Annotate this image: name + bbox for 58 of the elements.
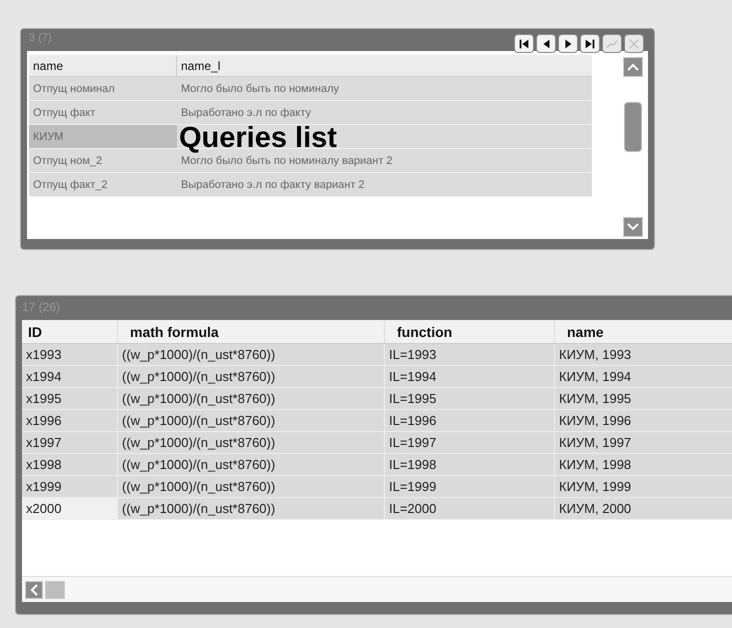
table-cell: КИУМ, 1999	[555, 476, 732, 497]
table-cell: ((w_p*1000)/(n_ust*8760))	[118, 388, 385, 409]
table-cell: КИУМ, 1995	[555, 388, 732, 409]
table-cell: x1997	[22, 432, 118, 453]
navigation-button[interactable]	[514, 34, 534, 53]
table-cell: x1993	[22, 344, 118, 365]
table-cell: Отпущ факт	[29, 101, 177, 124]
table-cell: IL=1999	[385, 476, 555, 497]
navigation-button[interactable]	[558, 34, 578, 53]
table-cell: IL=2000	[385, 498, 555, 519]
table-cell: x1996	[22, 410, 118, 431]
table-cell: КИУМ, 1994	[555, 366, 732, 387]
vertical-scrollbar[interactable]	[622, 55, 644, 239]
table-cell: ((w_p*1000)/(n_ust*8760))	[118, 432, 385, 453]
table-cell: ((w_p*1000)/(n_ust*8760))	[118, 454, 385, 475]
table-cell: ((w_p*1000)/(n_ust*8760))	[118, 410, 385, 431]
table-cell: КИУМ, 1997	[555, 432, 732, 453]
column-header[interactable]: ID	[22, 320, 118, 343]
table-cell: ((w_p*1000)/(n_ust*8760))	[118, 344, 385, 365]
column-header[interactable]: name	[29, 55, 177, 76]
table-cell: IL=1994	[385, 366, 555, 387]
table-cell: x2000	[22, 498, 118, 519]
table-cell: ((w_p*1000)/(n_ust*8760))	[118, 498, 385, 519]
table-cell: КИУМ, 2000	[555, 498, 732, 519]
table-cell: Выработано э.л по факту	[177, 101, 592, 124]
table-cell: Отпущ факт_2	[29, 173, 177, 196]
scroll-left-button[interactable]	[25, 580, 43, 598]
cross-icon	[627, 36, 641, 50]
table-cell: ((w_p*1000)/(n_ust*8760))	[118, 476, 385, 497]
column-header[interactable]: name	[555, 320, 732, 343]
column-header[interactable]: name_l	[177, 55, 592, 76]
table-cell: IL=1993	[385, 344, 555, 365]
table-cell: IL=1995	[385, 388, 555, 409]
table-cell: IL=1997	[385, 432, 555, 453]
table-cell: Отпущ ном_2	[29, 149, 177, 172]
table-cell: ((w_p*1000)/(n_ust*8760))	[118, 366, 385, 387]
table-cell: x1998	[22, 454, 118, 475]
table-cell: Выработано э.л по факту вариант 2	[177, 173, 592, 196]
table-cell: КИУМ, 1996	[555, 410, 732, 431]
table-cell: КИУМ	[29, 125, 177, 148]
table-cell: IL=1998	[385, 454, 555, 475]
column-header[interactable]: function	[385, 320, 555, 343]
table-cell: IL=1996	[385, 410, 555, 431]
table-cell: x1999	[22, 476, 118, 497]
tool-button[interactable]	[624, 34, 644, 53]
table-cell: Отпущ номинал	[29, 77, 177, 100]
navigation-button[interactable]	[536, 34, 556, 53]
scrollbar-thumb[interactable]	[624, 102, 642, 152]
table-cell: Могло было быть по номиналу	[177, 77, 592, 100]
column-header[interactable]: math formula	[118, 320, 385, 343]
first-record-icon	[517, 36, 531, 50]
last-record-icon	[583, 36, 597, 50]
table-cell: КИУМ, 1998	[555, 454, 732, 475]
table-cell: КИУМ, 1993	[555, 344, 732, 365]
table-cell: x1994	[22, 366, 118, 387]
scrollbar-thumb[interactable]	[45, 580, 65, 598]
table-cell: x1995	[22, 388, 118, 409]
navigation-button[interactable]	[580, 34, 600, 53]
